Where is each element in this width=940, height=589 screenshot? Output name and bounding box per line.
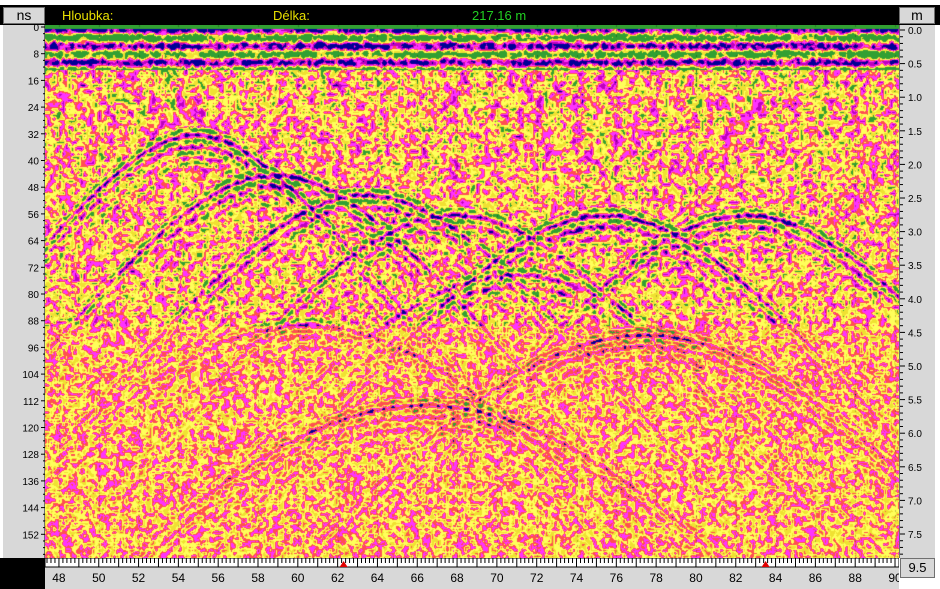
distance-tick-label: 76 [610, 571, 624, 585]
distance-tick-label: 86 [809, 571, 823, 585]
time-tick-label: 152 [22, 530, 39, 541]
distance-tick-label: 54 [172, 571, 186, 585]
time-tick-label: 40 [28, 157, 40, 168]
time-tick-label: 136 [22, 477, 39, 488]
time-tick-label: 8 [33, 50, 39, 61]
depth-axis-ticks: 0.0 0.5 1.0 1.5 2.0 2.5 3.0 3.5 4.0 4.5 5.0 5.5 6.0 6… [900, 26, 922, 555]
distance-tick-label: 80 [689, 571, 703, 585]
time-tick-label: 16 [28, 76, 40, 87]
time-tick-label: 88 [28, 317, 40, 328]
length-value: 217.16 m [472, 8, 527, 23]
depth-tick-label: 4.0 [908, 295, 922, 306]
distance-tick-label: 50 [92, 571, 106, 585]
distance-tick-label: 66 [411, 571, 425, 585]
depth-tick-label: 1.5 [908, 127, 922, 138]
time-tick-label: 120 [22, 424, 39, 435]
distance-tick-label: 74 [570, 571, 584, 585]
time-tick-label: 24 [28, 103, 40, 114]
depth-tick-label: 7.5 [908, 530, 922, 541]
radargram-image[interactable] [45, 25, 899, 558]
distance-tick-label: 84 [769, 571, 783, 585]
depth-tick-label: 5.0 [908, 362, 922, 373]
time-tick-label: 48 [28, 183, 40, 194]
distance-tick-label: 82 [729, 571, 743, 585]
distance-tick-label: 62 [331, 571, 345, 585]
time-tick-label: 56 [28, 210, 40, 221]
depth-tick-label: 6.0 [908, 429, 922, 440]
time-tick-label: 0 [33, 25, 39, 34]
time-tick-label: 112 [23, 397, 39, 408]
distance-tick-label: 60 [291, 571, 305, 585]
distance-tick-label: 78 [649, 571, 663, 585]
distance-tick-label: 72 [530, 571, 544, 585]
ruler-strip [45, 558, 899, 568]
time-tick-label: 80 [28, 290, 40, 301]
depth-tick-label: 2.0 [908, 160, 922, 171]
depth-tick-label: 5.5 [908, 396, 922, 407]
depth-tick-label: 3.5 [908, 261, 922, 272]
corner-block [0, 558, 45, 589]
time-tick-label: 128 [22, 450, 39, 461]
distance-axis-ticks: 48 50 52 54 56 58 60 62 64 66 68 70 72 74 76 78 80 82 84 86… [45, 558, 899, 585]
depth-tick-label: 4.5 [908, 328, 922, 339]
distance-tick-label: 64 [371, 571, 385, 585]
time-tick-label: 144 [22, 504, 39, 515]
depth-unit-label: m [899, 7, 935, 24]
depth-tick-label: 1.0 [908, 93, 922, 104]
distance-tick-label: 48 [52, 571, 66, 585]
radargram-canvas[interactable] [45, 25, 899, 558]
depth-tick-label: 3.0 [908, 228, 922, 239]
time-tick-label: 32 [28, 130, 40, 141]
depth-tick-label: 2.5 [908, 194, 922, 205]
time-tick-label: 104 [22, 370, 39, 381]
time-tick-label: 64 [28, 237, 40, 248]
distance-axis[interactable]: 48 50 52 54 56 58 60 62 64 66 68 70 72 74 76 78 80 82 84 86… [45, 558, 899, 589]
time-tick-label: 96 [28, 343, 40, 354]
distance-tick-label: 56 [212, 571, 226, 585]
depth-axis: 0.0 0.5 1.0 1.5 2.0 2.5 3.0 3.5 4.0 4.5 5.0 5.5 6.0 6… [899, 25, 935, 558]
depth-label: Hloubka: [62, 8, 114, 23]
time-axis-ticks: 0 8 16 24 32 40 48 56 64 72 80 88 96 104 112 120 128 136 1… [22, 25, 45, 555]
length-label: Délka: [273, 8, 310, 23]
time-tick-label: 72 [28, 263, 40, 274]
depth-tick-label: 0.0 [908, 26, 922, 37]
distance-tick-label: 90 [888, 571, 899, 585]
time-axis: 0 8 16 24 32 40 48 56 64 72 80 88 96 104 112 120 128 136 1… [3, 25, 45, 558]
distance-tick-label: 58 [251, 571, 265, 585]
distance-tick-label: 88 [849, 571, 863, 585]
info-bar: Hloubka: Délka: 217.16 m [0, 5, 940, 25]
depth-tick-label: 7.0 [908, 496, 922, 507]
scroll-value-box[interactable]: 9.5 [900, 558, 935, 578]
depth-tick-label: 6.5 [908, 463, 922, 474]
radargram-window: Hloubka: Délka: 217.16 m ns m 0 8 16 24 32 40… [0, 0, 940, 589]
depth-tick-label: 0.5 [908, 60, 922, 71]
distance-tick-label: 68 [450, 571, 464, 585]
time-unit-label: ns [3, 7, 45, 24]
distance-tick-label: 70 [490, 571, 504, 585]
distance-tick-label: 52 [132, 571, 146, 585]
